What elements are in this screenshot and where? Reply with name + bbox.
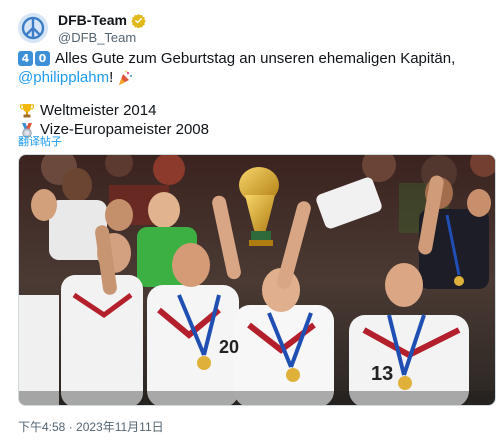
author-info: DFB-Team @DFB_Team: [58, 12, 146, 46]
tweet-text: 4 0 Alles Gute zum Geburtstag an unseren e…: [18, 49, 488, 139]
translate-post-link[interactable]: 翻译帖子: [18, 133, 62, 149]
tweet-card: DFB-Team @DFB_Team 4 0 Alles Gute zum Gebu…: [0, 0, 500, 440]
display-name[interactable]: DFB-Team: [58, 12, 127, 29]
keycap-0: 0: [35, 51, 50, 66]
tweet-line1: Alles Gute zum Geburtstag an unseren ehe…: [55, 50, 456, 67]
achievement-2: Vize-Europameister 2008: [40, 121, 209, 138]
mention-suffix: !: [109, 69, 114, 86]
peace-symbol-icon[interactable]: [18, 13, 48, 43]
handle[interactable]: @DFB_Team: [58, 29, 146, 46]
achievement-1: Weltmeister 2014: [40, 102, 157, 119]
party-popper-icon: [117, 70, 133, 86]
timestamp[interactable]: 下午4:58 · 2023年11月11日: [18, 418, 164, 435]
keycap-4: 4: [18, 51, 33, 66]
team-celebration-photo[interactable]: 20 13: [18, 154, 496, 406]
trophy-icon: [18, 102, 36, 120]
verified-badge-icon: [131, 13, 146, 28]
svg-text:20: 20: [219, 337, 239, 357]
mention-link[interactable]: @philipplahm: [18, 68, 109, 87]
svg-text:13: 13: [371, 363, 393, 385]
